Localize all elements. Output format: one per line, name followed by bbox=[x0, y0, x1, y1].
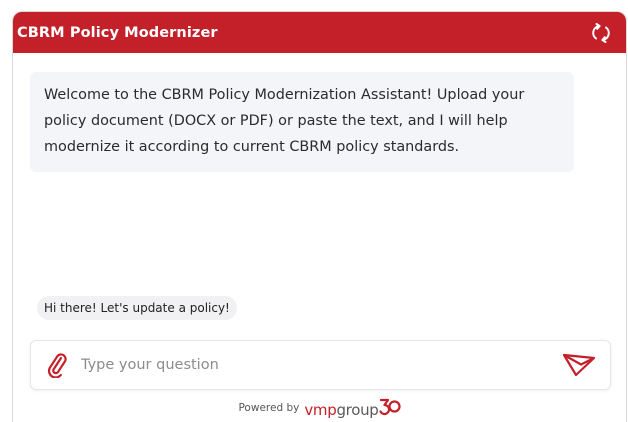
attach-button[interactable] bbox=[43, 350, 71, 380]
anniversary-30-logo-icon bbox=[378, 398, 401, 416]
brand-part1: vmp bbox=[304, 401, 337, 419]
vmpgroup-logo: vmpgroup bbox=[304, 397, 401, 419]
refresh-button[interactable] bbox=[590, 22, 612, 44]
footer: Powered by vmpgroup bbox=[13, 397, 626, 419]
send-button[interactable] bbox=[562, 350, 596, 380]
chat-header: CBRM Policy Modernizer bbox=[13, 12, 626, 53]
refresh-icon bbox=[592, 22, 610, 43]
message-input-bar bbox=[30, 340, 611, 390]
powered-by-text: Powered by bbox=[238, 402, 300, 414]
chat-title: CBRM Policy Modernizer bbox=[17, 24, 218, 41]
paperclip-icon bbox=[47, 353, 67, 378]
suggestion-chip[interactable]: Hi there! Let's update a policy! bbox=[37, 296, 237, 320]
welcome-message: Welcome to the CBRM Policy Modernization… bbox=[30, 72, 574, 172]
brand-part2: group bbox=[336, 401, 379, 419]
chat-widget: CBRM Policy Modernizer Welcome to the CB… bbox=[12, 11, 627, 422]
question-input[interactable] bbox=[81, 350, 562, 380]
paper-plane-icon bbox=[562, 353, 596, 377]
